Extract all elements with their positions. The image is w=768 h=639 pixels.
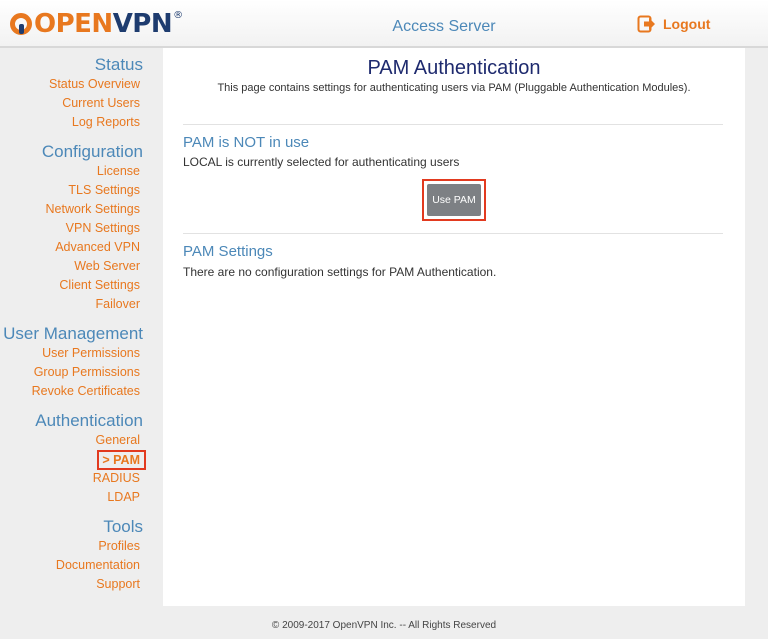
sidebar-item-advanced-vpn[interactable]: Advanced VPN (55, 240, 140, 254)
logo-text-open: OPEN (34, 9, 113, 39)
registered-mark: ® (173, 10, 184, 21)
logout-label: Logout (663, 16, 711, 32)
sidebar-item-revoke-certificates[interactable]: Revoke Certificates (32, 384, 140, 398)
use-pam-button[interactable]: Use PAM (427, 184, 481, 216)
page-description: This page contains settings for authenti… (217, 82, 691, 94)
logout-icon (637, 15, 655, 33)
sidebar-item-license[interactable]: License (97, 164, 140, 178)
sidebar-item-network-settings[interactable]: Network Settings (46, 202, 140, 216)
sidebar-item-status-overview[interactable]: Status Overview (49, 77, 140, 91)
sidebar-nav: Status Status Overview Current Users Log… (0, 48, 163, 608)
sidebar-item-ldap[interactable]: LDAP (107, 490, 140, 504)
logout-button[interactable]: Logout (637, 14, 710, 34)
sidebar-item-profiles[interactable]: Profiles (98, 539, 140, 553)
sidebar-item-documentation[interactable]: Documentation (56, 558, 140, 572)
sidebar-item-pam-active[interactable]: > PAM (97, 450, 146, 470)
openvpn-logo[interactable]: OPEN VPN ® (10, 8, 183, 40)
footer-copyright: © 2009-2017 OpenVPN Inc. -- All Rights R… (271, 620, 497, 631)
sidebar-heading-configuration: Configuration (41, 142, 143, 161)
sidebar-heading-status: Status (94, 55, 143, 74)
sidebar-heading-authentication: Authentication (35, 411, 143, 430)
sidebar-item-log-reports[interactable]: Log Reports (72, 115, 140, 129)
sidebar-heading-user-management: User Management (3, 324, 143, 343)
page-title: PAM Authentication (367, 57, 541, 79)
pam-settings-text: There are no configuration settings for … (183, 265, 497, 279)
sidebar-item-support[interactable]: Support (96, 577, 140, 591)
pam-status-text: LOCAL is currently selected for authenti… (183, 155, 460, 169)
divider (183, 124, 723, 125)
sidebar-item-group-permissions[interactable]: Group Permissions (34, 365, 140, 379)
sidebar-item-tls-settings[interactable]: TLS Settings (68, 183, 140, 197)
divider (183, 233, 723, 234)
sidebar-item-general[interactable]: General (96, 433, 140, 447)
sidebar-item-vpn-settings[interactable]: VPN Settings (66, 221, 140, 235)
top-header: OPEN VPN ® Access Server Logout (0, 0, 768, 48)
sidebar-item-web-server[interactable]: Web Server (74, 259, 140, 273)
pam-settings-heading: PAM Settings (183, 243, 273, 260)
main-panel: PAM Authentication This page contains se… (163, 48, 745, 606)
use-pam-highlight: Use PAM (422, 179, 486, 221)
keyhole-logo-icon (10, 13, 32, 35)
app-title: Access Server (392, 18, 496, 35)
pam-status-heading: PAM is NOT in use (183, 134, 310, 151)
sidebar-item-user-permissions[interactable]: User Permissions (42, 346, 140, 360)
sidebar-item-client-settings[interactable]: Client Settings (59, 278, 140, 292)
sidebar-item-radius[interactable]: RADIUS (93, 471, 140, 485)
sidebar-item-failover[interactable]: Failover (96, 297, 140, 311)
sidebar-item-current-users[interactable]: Current Users (62, 96, 140, 110)
sidebar-heading-tools: Tools (103, 517, 143, 536)
logo-text-vpn: VPN (112, 9, 173, 39)
